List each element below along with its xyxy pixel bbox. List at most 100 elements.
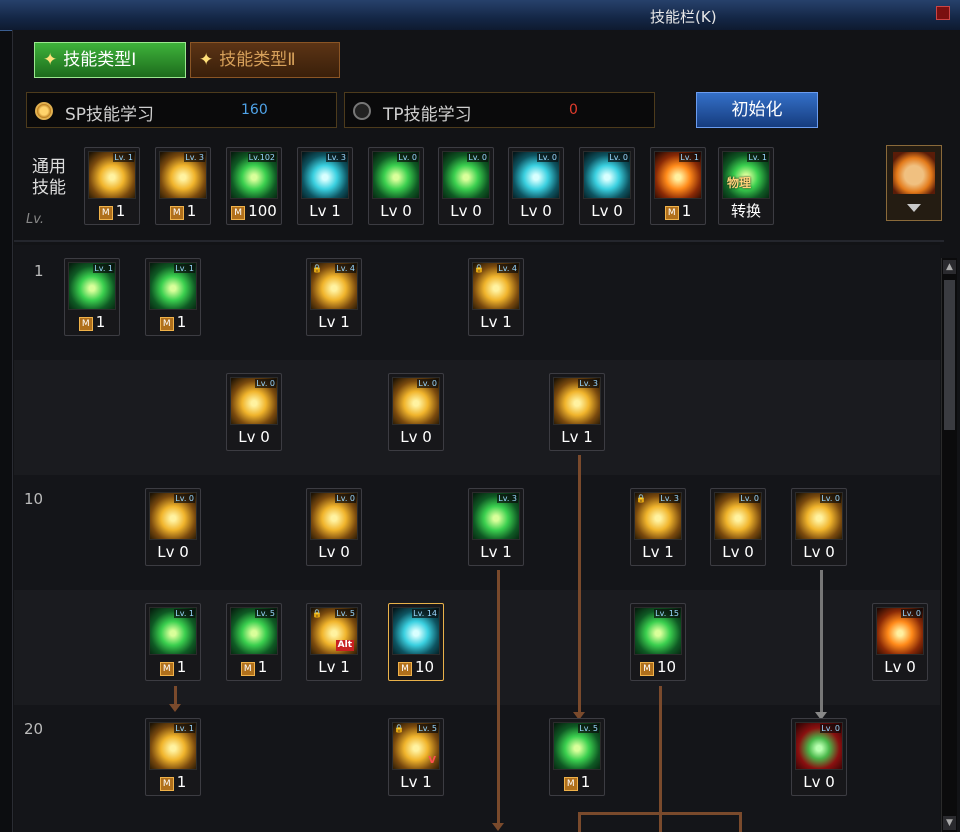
skill-level-value: Lv 0 [393, 427, 439, 447]
skill-level-value: Lv 0 [443, 201, 489, 221]
skill-slot[interactable]: Lv. 1 M1 [650, 147, 706, 225]
skill-icon: Lv. 0 [795, 492, 843, 540]
skill-slot[interactable]: 🔒 Lv. 4 Lv 1 [468, 258, 524, 336]
skill-value: Lv 0 [400, 428, 432, 446]
sp-learning-toggle[interactable]: SP技能学习 160 [26, 92, 337, 128]
skill-slot[interactable]: 🔒 Lv. 5 Alt Lv 1 [306, 603, 362, 681]
skill-value: Lv 0 [803, 543, 835, 561]
skill-level-value: M1 [554, 772, 600, 792]
skill-value: Lv 0 [238, 428, 270, 446]
skill-value: Lv 0 [318, 543, 350, 561]
skill-slot[interactable]: Lv.102 M 100 [226, 147, 282, 225]
skill-value: Lv 0 [884, 658, 916, 676]
skill-slot[interactable]: Lv. 1 M1 [145, 603, 201, 681]
close-button[interactable] [936, 6, 950, 20]
skill-slot[interactable]: Lv. 1 M1 [145, 718, 201, 796]
skill-slot[interactable]: Lv. 0 Lv 0 [791, 488, 847, 566]
skill-slot[interactable]: Lv. 15 M 10 [630, 603, 686, 681]
skill-level-badge: Lv. 0 [335, 494, 356, 503]
skill-slot[interactable]: Lv. 14 M 10 [388, 603, 444, 681]
tp-learning-toggle[interactable]: TP技能学习 0 [344, 92, 655, 128]
skill-slot[interactable]: Lv. 0 Lv 0 [388, 373, 444, 451]
skill-level-value: Lv 0 [877, 657, 923, 677]
skill-level-badge: Lv. 15 [654, 609, 680, 618]
skill-value: Lv 1 [318, 658, 350, 676]
skill-slot[interactable]: Lv. 0 Lv 0 [872, 603, 928, 681]
mastery-icon: M [159, 662, 174, 676]
skill-slot[interactable]: 🔒 Lv. 4 Lv 1 [306, 258, 362, 336]
skill-slot[interactable]: Lv. 0 Lv 0 [306, 488, 362, 566]
radio-selected-icon[interactable] [35, 102, 53, 120]
skill-level-value: M 100 [231, 201, 277, 221]
skill-level-badge: Lv. 0 [608, 153, 629, 162]
skill-value: 转换 [730, 202, 761, 220]
skill-level-value: Lv 1 [393, 772, 439, 792]
skill-level-value: Lv 0 [584, 201, 630, 221]
skill-slot[interactable]: Lv. 0 Lv 0 [791, 718, 847, 796]
skill-slot[interactable]: Lv. 5 M1 [226, 603, 282, 681]
skill-icon: Lv. 0 [795, 722, 843, 770]
scroll-thumb[interactable] [944, 280, 955, 430]
skill-slot[interactable]: Lv. 1 物理 转换 [718, 147, 774, 225]
skill-slot[interactable]: Lv. 0 Lv 0 [145, 488, 201, 566]
skill-slot[interactable]: Lv. 1 M1 [145, 258, 201, 336]
skill-slot[interactable]: Lv. 0 Lv 0 [438, 147, 494, 225]
prerequisite-line [174, 686, 177, 706]
scrollbar[interactable]: ▲ ▼ [941, 258, 957, 832]
skill-slot[interactable]: 🔒 Lv. 3 Lv 1 [630, 488, 686, 566]
skill-level-badge: Lv. 1 [747, 153, 768, 162]
skill-level-badge: Lv.102 [247, 153, 276, 162]
skill-icon: Lv. 0 [583, 151, 631, 199]
skill-icon: Lv. 1 [654, 151, 702, 199]
skill-value: Lv 0 [380, 202, 412, 220]
skill-level-badge: Lv. 0 [537, 153, 558, 162]
skill-slot[interactable]: Lv. 0 Lv 0 [226, 373, 282, 451]
skill-value: Lv 1 [561, 428, 593, 446]
skill-icon: Lv. 0 [876, 607, 924, 655]
tab-skill-type-2[interactable]: ✦ 技能类型Ⅱ [190, 42, 340, 78]
skill-level-badge: Lv. 5 [417, 724, 438, 733]
skill-value: 10 [414, 658, 435, 676]
skill-level-value: M1 [150, 657, 196, 677]
skill-level-value: M1 [160, 201, 206, 221]
skill-level-badge: Lv. 1 [679, 153, 700, 162]
skill-slot[interactable]: 🔒 Lv. 5 V Lv 1 [388, 718, 444, 796]
skill-icon: Lv. 15 [634, 607, 682, 655]
skill-value: 1 [580, 773, 591, 791]
tab-skill-type-1[interactable]: ✦ 技能类型Ⅰ [34, 42, 186, 78]
skill-slot[interactable]: Lv. 3 M1 [155, 147, 211, 225]
reset-button[interactable]: 初始化 [696, 92, 818, 128]
skill-value: Lv 0 [450, 202, 482, 220]
tab-label: 技能类型Ⅰ [63, 50, 137, 70]
skill-slot[interactable]: Lv. 3 Lv 1 [297, 147, 353, 225]
skill-icon: Lv. 5 [230, 607, 278, 655]
mastery-icon: M [78, 317, 93, 331]
window-titlebar[interactable]: 技能栏(K) [0, 0, 960, 31]
skill-level-value: Lv 1 [311, 657, 357, 677]
skill-icon: Lv. 0 [372, 151, 420, 199]
skill-slot[interactable]: Lv. 1 M1 [64, 258, 120, 336]
mastery-icon: M [231, 206, 246, 220]
skill-slot[interactable]: Lv. 0 Lv 0 [368, 147, 424, 225]
skill-level-value: M1 [150, 312, 196, 332]
skill-icon: Lv. 3 [472, 492, 520, 540]
scroll-down-icon[interactable]: ▼ [943, 816, 956, 830]
skill-slot[interactable]: Lv. 0 Lv 0 [710, 488, 766, 566]
skill-slot[interactable]: Lv. 3 Lv 1 [549, 373, 605, 451]
skill-value: Lv 1 [400, 773, 432, 791]
skill-level-badge: Lv. 0 [467, 153, 488, 162]
skill-slot[interactable]: Lv. 5 M1 [549, 718, 605, 796]
character-selector[interactable] [886, 145, 942, 221]
skill-slot[interactable]: Lv. 0 Lv 0 [579, 147, 635, 225]
scroll-up-icon[interactable]: ▲ [943, 260, 956, 274]
skill-slot[interactable]: Lv. 1 M1 [84, 147, 140, 225]
skill-value: 1 [176, 773, 187, 791]
skill-slot[interactable]: Lv. 0 Lv 0 [508, 147, 564, 225]
skill-level-badge: Lv. 0 [174, 494, 195, 503]
skill-slot[interactable]: Lv. 3 Lv 1 [468, 488, 524, 566]
mastery-icon: M [159, 777, 174, 791]
lock-icon: 🔒 [312, 609, 322, 618]
skill-level-value: Lv 0 [150, 542, 196, 562]
skill-level-badge: Lv. 4 [335, 264, 356, 273]
radio-unselected-icon[interactable] [353, 102, 371, 120]
